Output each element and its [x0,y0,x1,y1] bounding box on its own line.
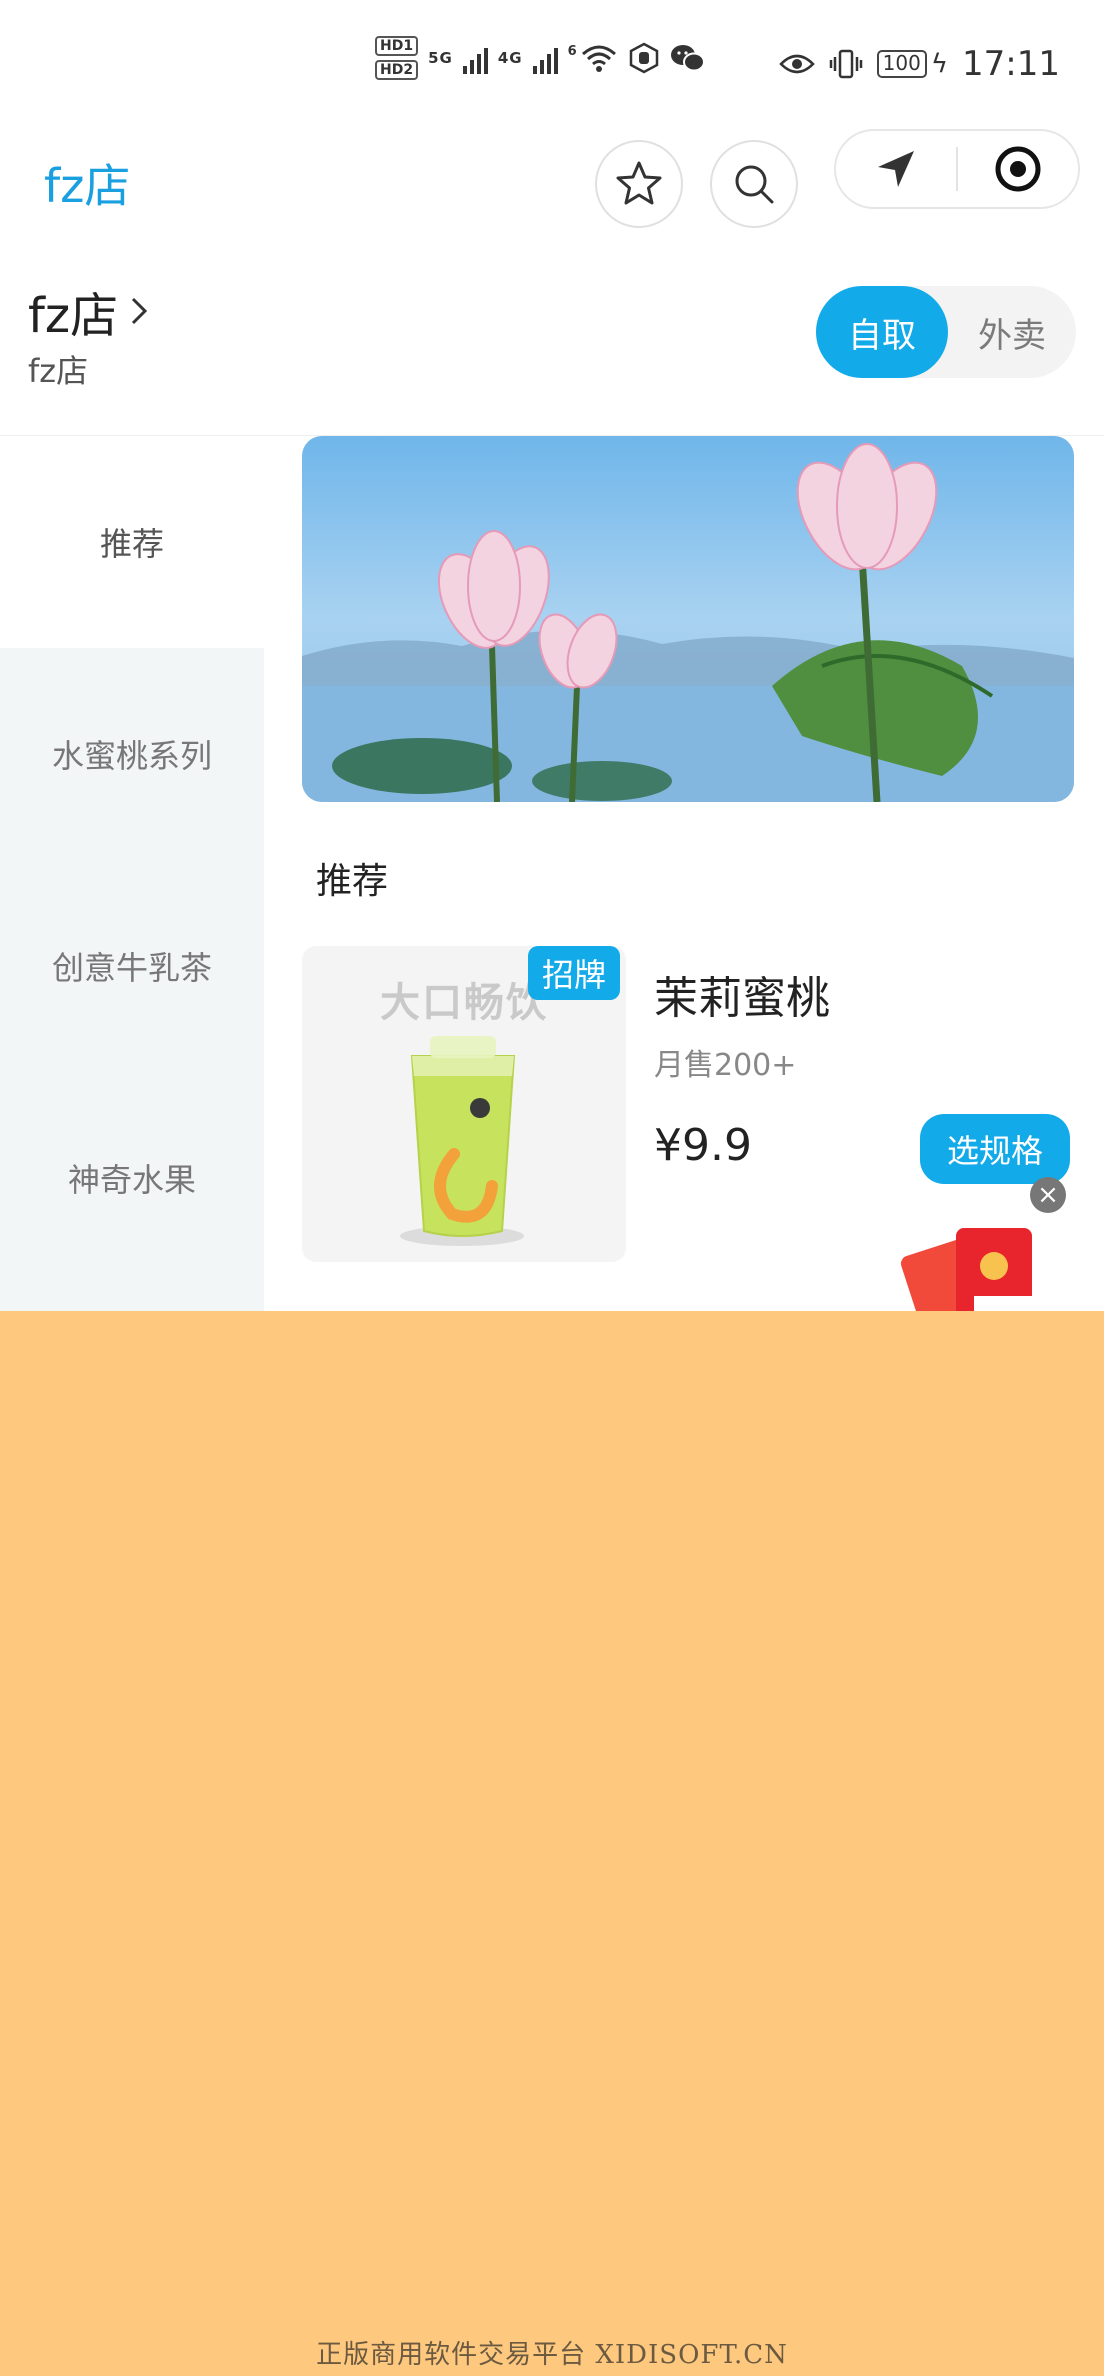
order-mode-toggle: 自取 外卖 [816,286,1076,378]
product-image: 大口畅饮 招牌 [302,946,626,1262]
hd1-indicator: HD1 [375,36,419,56]
star-icon [616,161,662,205]
sidebar-item-fruit[interactable]: 神奇水果 [0,1072,264,1284]
location-button[interactable] [836,131,956,207]
close-redpacket-button[interactable]: × [1030,1177,1066,1213]
store-name: fz店 [28,288,119,344]
vibrate-icon [829,49,862,79]
hd-indicators: HD1 HD2 [375,36,419,80]
pickup-mode-button[interactable]: 自取 [816,286,948,378]
search-button[interactable] [710,140,798,228]
hand-shield-icon [629,42,658,74]
wifi-icon [581,45,616,72]
red-packet-icon [900,1228,1066,1324]
store-selector[interactable]: fz店 [28,276,148,346]
promo-banner[interactable] [302,436,1074,802]
chevron-right-icon [132,297,148,325]
network-4g-label: 4G [497,49,523,67]
product-sales: 月售200+ [654,1048,797,1083]
orange-overlay [0,1311,1104,2376]
sidebar-item-recommend[interactable]: 推荐 [0,436,264,648]
sidebar-item-milk-tea[interactable]: 创意牛乳茶 [0,860,264,1072]
product-name: 茉莉蜜桃 [654,973,830,1024]
status-bar-right: 100 ϟ 17:11 [778,44,1060,84]
section-title: 推荐 [316,861,389,902]
signal-bars-icon [462,42,488,74]
battery-indicator: 100 [876,50,927,78]
page-title: fz店 [44,159,131,213]
status-clock: 17:11 [962,44,1060,84]
delivery-mode-button[interactable]: 外卖 [948,286,1076,378]
target-icon [995,146,1041,192]
hd2-indicator: HD2 [375,60,419,80]
eye-icon [778,54,815,74]
signature-badge: 招牌 [528,946,621,1000]
signal-bars-icon [532,42,558,74]
status-bar: HD1 HD2 5G 4G 6 100 ϟ 17:11 [0,0,1104,130]
charging-icon: ϟ [930,49,949,79]
lotus-banner-image [302,436,1074,802]
location-arrow-icon [878,151,914,187]
watermark-footer: 正版商用软件交易平台 XIDISOFT.CN [316,2340,788,2370]
category-sidebar: 推荐 水蜜桃系列 创意牛乳茶 神奇水果 [0,436,264,1311]
network-5g-label: 5G [428,49,453,67]
wechat-icon [670,45,705,72]
close-icon: × [1037,1180,1059,1210]
red-packet-float[interactable] [896,1216,1066,1324]
close-miniprogram-button[interactable] [958,131,1078,207]
sidebar-item-peach-series[interactable]: 水蜜桃系列 [0,648,264,860]
select-spec-button[interactable]: 选规格 [920,1114,1070,1184]
wifi-badge: 6 [567,43,578,59]
product-price: ¥9.9 [654,1120,752,1171]
mini-program-capsule [834,129,1080,209]
search-icon [735,165,774,204]
favorite-button[interactable] [595,140,683,228]
store-subtitle: fz店 [28,352,89,390]
status-bar-left: HD1 HD2 5G 4G 6 [375,36,706,80]
